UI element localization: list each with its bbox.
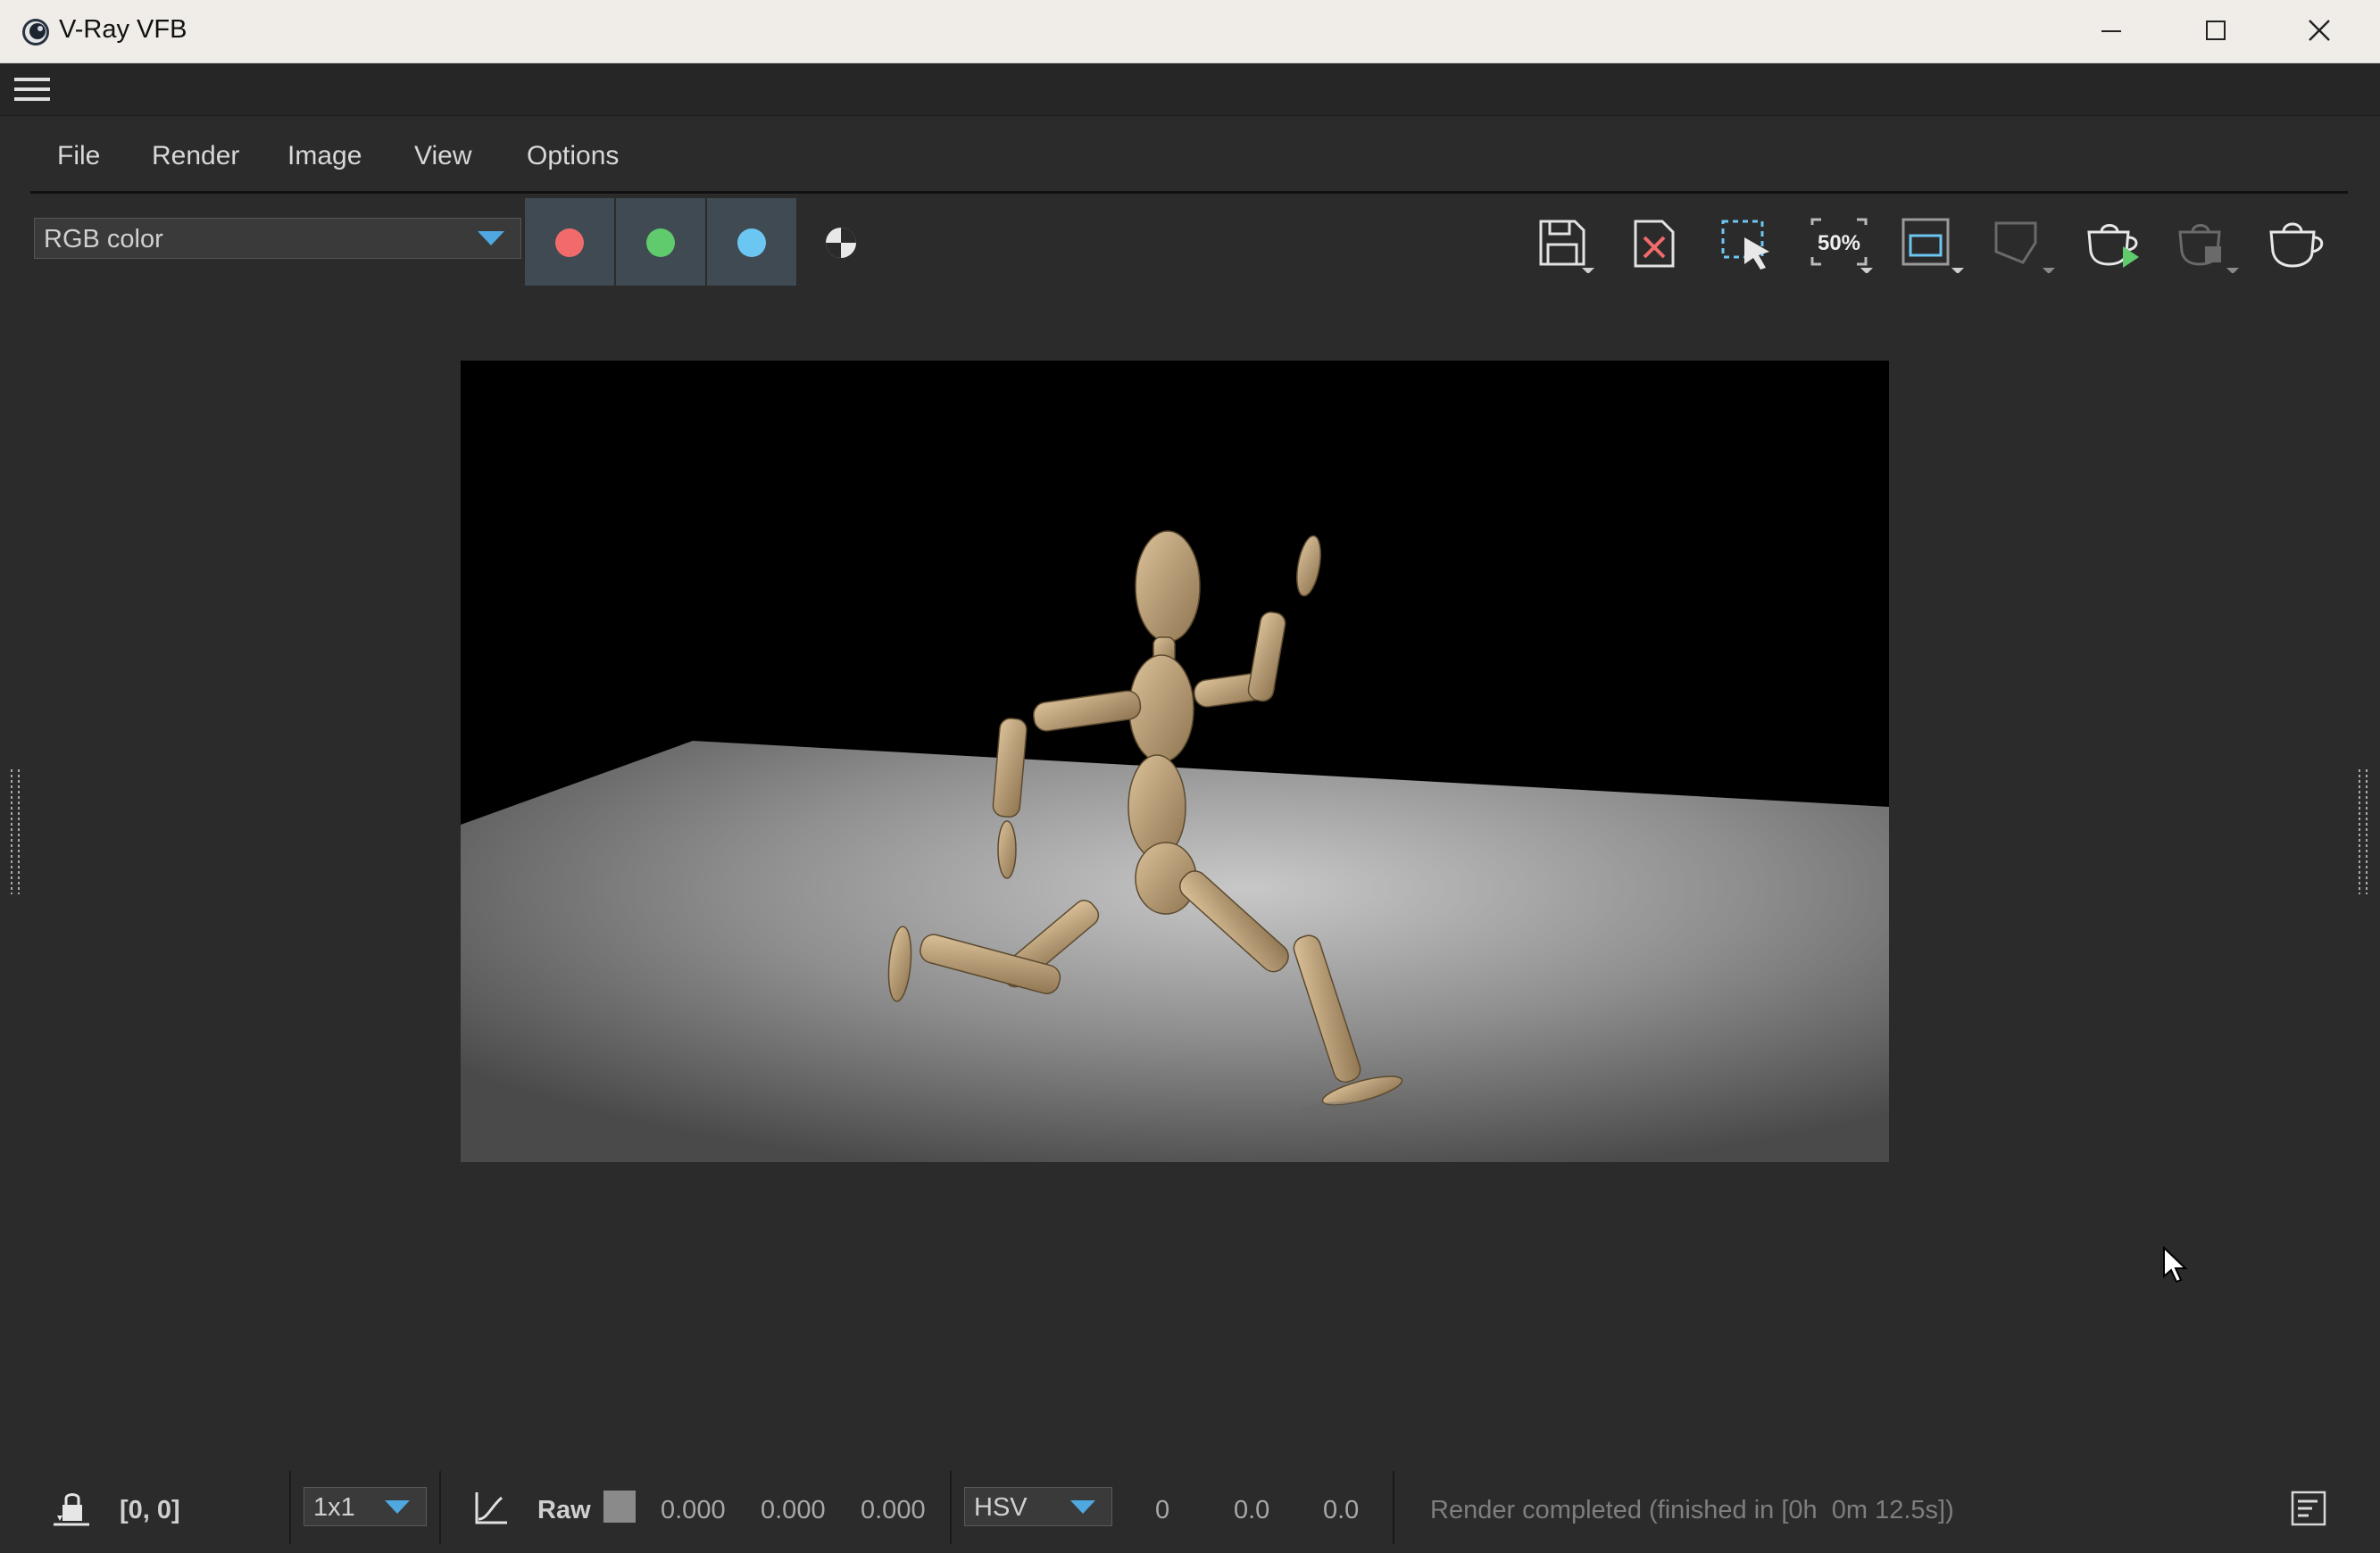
blue-dot-icon [737,228,766,257]
render-image[interactable] [461,361,1889,1162]
menu-options[interactable]: Options [527,141,619,171]
red-dot-icon [555,228,584,257]
color-space-dropdown[interactable]: HSV [964,1487,1112,1526]
chevron-down-icon [1070,1500,1095,1514]
track-mouse-button[interactable] [1991,216,2055,274]
clear-image-button[interactable] [1627,216,1689,273]
green-dot-icon [646,228,675,257]
save-image-icon [1539,220,1594,274]
color-clamp-icon[interactable] [470,1489,509,1528]
close-button[interactable] [2269,0,2373,62]
blue-channel-button[interactable] [707,198,796,286]
sampling-value: 1x1 [313,1493,355,1522]
channel-dropdown-value: RGB color [44,225,163,253]
separator [1393,1471,1394,1544]
color-space-value: HSV [974,1493,1028,1522]
lock-pixel-info-icon[interactable] [54,1489,89,1528]
chevron-down-icon [385,1500,410,1514]
pixel-blue-value: 0.000 [861,1496,926,1524]
menu-bar: File Render Image View Options [30,116,2348,194]
pixel-color-swatch [603,1491,636,1523]
sampling-dropdown[interactable]: 1x1 [304,1487,427,1526]
left-panel-handle[interactable] [7,769,23,894]
zoom-label: 50% [1818,231,1860,255]
maximize-button[interactable] [2166,0,2269,62]
window-title: V-Ray VFB [59,15,187,44]
separator [950,1471,952,1544]
render-button[interactable] [2264,216,2326,273]
title-bar: V-Ray VFB [0,0,2380,63]
menu-view[interactable]: View [414,141,471,171]
menu-image[interactable]: Image [287,141,362,171]
start-interactive-render-icon [2087,224,2139,268]
separator [439,1471,441,1544]
menu-file[interactable]: File [57,141,100,171]
vray-app-icon [22,19,49,46]
minimize-button[interactable] [2062,0,2166,62]
region-render-button[interactable] [1718,216,1780,273]
top-strip [0,63,2380,116]
render-status-message: Render completed (finished in [0h 0m 12.… [1430,1496,1954,1524]
render-image-content [461,361,1889,1162]
zoom-50-icon: 50% [1810,218,1873,274]
saturation-value: 0.0 [1234,1496,1270,1524]
pixel-coords: [0, 0] [120,1496,180,1524]
region-render-icon [1721,220,1769,270]
zoom-50-button[interactable]: 50% [1809,216,1873,274]
value-value: 0.0 [1323,1496,1360,1524]
track-mouse-icon [1994,221,2055,274]
clear-image-icon [1634,220,1675,268]
chevron-down-icon [478,231,504,245]
pixel-red-value: 0.000 [661,1496,726,1524]
red-channel-button[interactable] [525,198,614,286]
right-panel-handle[interactable] [2355,769,2371,894]
render-icon [2269,222,2324,268]
pixel-green-value: 0.000 [761,1496,826,1524]
mouse-cursor-icon [2163,1246,2188,1283]
save-image-button[interactable] [1535,216,1598,274]
display-region-button[interactable] [1900,216,1964,274]
start-interactive-render-button[interactable] [2082,216,2144,273]
channel-dropdown[interactable]: RGB color [34,218,521,259]
hue-value: 0 [1155,1496,1170,1524]
alpha-channel-icon[interactable] [823,225,859,261]
stop-render-icon [2178,224,2239,274]
stop-render-button[interactable] [2173,216,2239,274]
menu-render[interactable]: Render [152,141,239,171]
log-panel-icon[interactable] [2291,1491,2326,1526]
green-channel-button[interactable] [616,198,705,286]
minimize-icon [2101,30,2121,32]
close-icon [2309,20,2330,41]
raw-label: Raw [537,1496,591,1524]
maximize-icon [2206,21,2226,40]
display-region-icon [1902,218,1964,274]
hamburger-menu-icon[interactable] [14,74,52,104]
separator [289,1471,291,1544]
